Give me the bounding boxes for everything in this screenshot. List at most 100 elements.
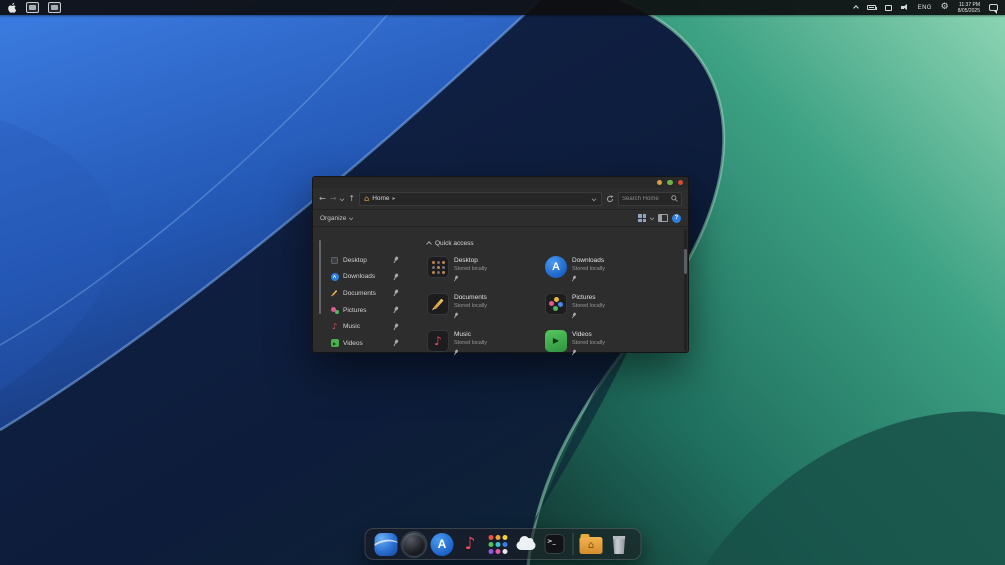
tile-status: Stored locally <box>572 302 606 309</box>
pin-icon[interactable] <box>390 321 401 332</box>
dock-music-icon[interactable]: ♪ <box>457 529 483 559</box>
taskbar-app-icon-1[interactable] <box>26 2 39 13</box>
breadcrumb-arrow-icon[interactable]: ▸ <box>393 195 396 202</box>
photos-icon <box>545 293 567 315</box>
tile-downloads[interactable]: A Downloads Stored locally <box>545 256 663 282</box>
sidebar-item-music[interactable]: ♪ Music <box>313 318 421 335</box>
command-bar: Organize ? <box>313 210 688 227</box>
pin-icon <box>451 274 460 283</box>
organize-button[interactable]: Organize <box>320 214 354 222</box>
file-explorer-window: ← → ↑ ⌂ Home ▸ Organize <box>312 176 689 353</box>
main-panel: Quick access Desktop Stored locally A Do… <box>421 227 688 353</box>
volume-icon[interactable] <box>900 4 909 11</box>
search-icon <box>671 195 678 202</box>
quick-access-header[interactable]: Quick access <box>426 240 688 247</box>
sidebar-item-videos[interactable]: ▶ Videos <box>313 335 421 352</box>
view-options-chevron-icon[interactable] <box>649 215 655 221</box>
tile-documents[interactable]: Documents Stored locally <box>427 293 545 319</box>
pin-icon[interactable] <box>390 338 401 349</box>
dock-app-store-icon[interactable]: A <box>429 529 455 559</box>
app-store-icon: A <box>330 272 339 281</box>
dock-files-icon[interactable] <box>373 529 399 559</box>
refresh-button[interactable] <box>606 194 614 203</box>
pencil-icon <box>331 290 338 297</box>
close-button[interactable] <box>677 179 683 186</box>
explorer-content: Desktop A Downloads Documents Pictures ♪… <box>313 227 688 353</box>
play-icon: ▶ <box>545 330 567 352</box>
sidebar-item-label: Videos <box>343 339 363 347</box>
maximize-button[interactable] <box>667 179 673 186</box>
hidden-icons-chevron-icon[interactable] <box>852 4 859 11</box>
pin-icon[interactable] <box>390 305 401 316</box>
sidebar-item-label: Desktop <box>343 256 367 264</box>
quick-access-grid: Desktop Stored locally A Downloads Store… <box>427 256 688 356</box>
breadcrumb-location[interactable]: Home <box>372 195 389 202</box>
navigation-bar: ← → ↑ ⌂ Home ▸ <box>313 188 688 210</box>
dock-home-folder-icon[interactable]: ⌂ <box>578 529 604 559</box>
sidebar-item-downloads[interactable]: A Downloads <box>313 269 421 286</box>
taskbar-app-icon-2[interactable] <box>48 2 61 13</box>
app-window-glyph <box>51 5 58 10</box>
address-dropdown-icon[interactable] <box>591 196 597 201</box>
sidebar-scrollbar[interactable] <box>319 240 321 314</box>
battery-icon[interactable] <box>866 5 877 10</box>
dock-browser-icon[interactable] <box>401 529 427 559</box>
up-button[interactable]: ↑ <box>348 194 355 203</box>
tile-status: Stored locally <box>454 265 488 272</box>
search-box[interactable] <box>618 191 682 206</box>
tile-desktop[interactable]: Desktop Stored locally <box>427 256 545 282</box>
tile-videos[interactable]: ▶ Videos Stored locally <box>545 330 663 356</box>
music-note-icon: ♪ <box>427 330 449 352</box>
recent-locations-chevron-icon[interactable] <box>340 196 345 201</box>
sidebar-item-label: Pictures <box>343 306 367 314</box>
back-button[interactable]: ← <box>319 194 326 203</box>
app-store-icon: A <box>545 256 567 278</box>
settings-gear-icon[interactable]: ⚙ <box>941 3 949 12</box>
network-icon[interactable] <box>884 4 892 11</box>
pin-icon[interactable] <box>390 255 401 266</box>
music-note-icon: ♪ <box>331 321 338 331</box>
tile-name: Documents <box>454 294 487 301</box>
minimize-button[interactable] <box>656 179 662 186</box>
desktop-icon <box>331 256 338 264</box>
tile-name: Pictures <box>572 294 596 301</box>
tile-pictures[interactable]: Pictures Stored locally <box>545 293 663 319</box>
sidebar: Desktop A Downloads Documents Pictures ♪… <box>313 227 421 353</box>
pin-icon[interactable] <box>390 288 401 299</box>
tile-name: Videos <box>572 331 592 338</box>
tile-music[interactable]: ♪ Music Stored locally <box>427 330 545 356</box>
main-scrollbar-thumb[interactable] <box>684 249 687 274</box>
sidebar-item-label: Music <box>343 323 360 331</box>
start-button[interactable] <box>7 2 17 14</box>
tile-status: Stored locally <box>454 302 488 309</box>
help-button[interactable]: ? <box>672 213 681 223</box>
pin-icon[interactable] <box>390 271 401 282</box>
address-bar[interactable]: ⌂ Home ▸ <box>359 191 602 206</box>
dock: A ♪ >_ ⌂ <box>364 528 641 560</box>
language-indicator[interactable]: ENG <box>918 5 932 11</box>
section-title: Quick access <box>435 240 474 247</box>
dock-divider <box>572 533 573 555</box>
taskbar: ENG ⚙ 11:37 PM 8/05/2025 <box>0 0 1005 15</box>
sidebar-item-documents[interactable]: Documents <box>313 285 421 302</box>
taskbar-clock[interactable]: 11:37 PM 8/05/2025 <box>958 2 980 14</box>
desktop-grid-icon <box>427 256 449 278</box>
collapse-chevron-icon[interactable] <box>426 240 432 247</box>
dock-cloud-icon[interactable] <box>513 529 539 559</box>
sidebar-item-label: Documents <box>343 289 376 297</box>
search-input[interactable] <box>622 195 669 202</box>
view-options-icon[interactable] <box>638 214 646 222</box>
dock-terminal-icon[interactable]: >_ <box>541 529 567 559</box>
forward-button[interactable]: → <box>330 194 337 203</box>
window-titlebar[interactable] <box>313 177 688 188</box>
organize-label: Organize <box>320 214 347 222</box>
sidebar-item-desktop[interactable]: Desktop <box>313 252 421 269</box>
action-center-icon[interactable] <box>989 4 998 14</box>
tile-status: Stored locally <box>454 339 488 346</box>
sidebar-item-pictures[interactable]: Pictures <box>313 302 421 319</box>
dock-launchpad-icon[interactable] <box>485 529 511 559</box>
preview-pane-icon[interactable] <box>658 214 668 222</box>
help-label: ? <box>674 215 679 221</box>
main-scrollbar-track[interactable] <box>684 229 687 351</box>
dock-trash-icon[interactable] <box>606 529 632 559</box>
